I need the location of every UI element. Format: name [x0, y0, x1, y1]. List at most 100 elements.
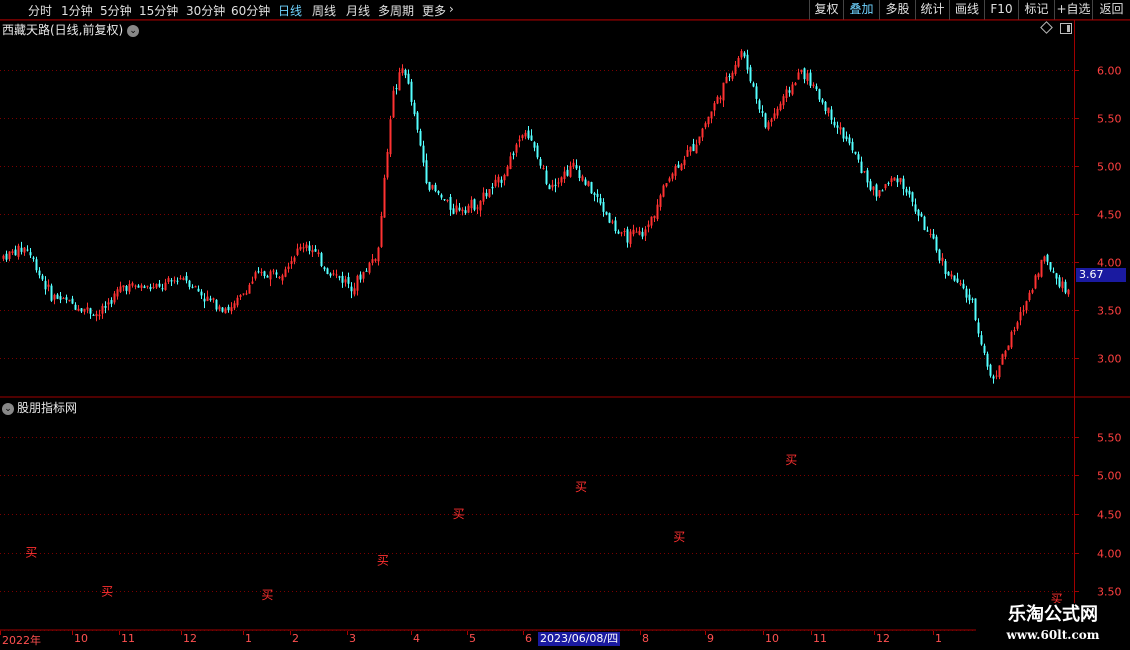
candle-body	[944, 261, 947, 274]
candle-body	[845, 136, 848, 140]
candle-body	[302, 247, 305, 249]
candle-body	[251, 281, 254, 284]
candle-body	[914, 204, 917, 212]
candle-body	[44, 280, 47, 290]
candle-body	[53, 294, 56, 300]
candle-body	[80, 308, 83, 312]
candle-body	[131, 283, 134, 286]
candle-body	[995, 375, 998, 377]
watermark-url: www.60lt.com	[1006, 628, 1100, 642]
candle-body	[809, 72, 812, 86]
candle-body	[509, 156, 512, 170]
candle-body	[350, 286, 353, 292]
candle-body	[5, 253, 8, 260]
candle-body	[650, 216, 653, 226]
month-tick	[811, 631, 812, 635]
candle-body	[101, 305, 104, 314]
candle-body	[11, 251, 14, 253]
candle-body	[401, 68, 404, 74]
candle-body	[377, 247, 380, 262]
buy-signal-label: 买	[261, 588, 273, 602]
buy-signal-label: 买	[25, 546, 37, 560]
candle-body	[41, 275, 44, 280]
candle-body	[77, 308, 80, 311]
candle-body	[920, 213, 923, 217]
candle-body	[857, 154, 860, 160]
candle-body	[818, 89, 821, 100]
candle-body	[1055, 273, 1058, 279]
main-tick-label: 3.00	[1097, 353, 1122, 366]
candle-body	[566, 169, 569, 176]
candle-body	[341, 275, 344, 283]
candle-body	[461, 209, 464, 212]
month-tick	[705, 631, 706, 635]
panel-toggle-icon[interactable]	[1060, 23, 1072, 34]
month-label: 8	[642, 632, 649, 645]
candle-body	[425, 160, 428, 184]
candle-body	[1013, 329, 1016, 332]
candle-body	[659, 195, 662, 207]
candle-body	[719, 97, 722, 100]
candle-body	[986, 353, 989, 367]
candle-body	[938, 249, 941, 261]
candle-body	[407, 73, 410, 84]
chevron-down-icon[interactable]: ⌄	[2, 403, 14, 415]
candle-body	[665, 183, 668, 187]
candle-body	[1067, 289, 1070, 295]
candle-body	[518, 139, 521, 142]
sub-tick-label: 4.50	[1097, 509, 1122, 522]
candle-body	[587, 181, 590, 186]
sub-tick-label: 4.00	[1097, 548, 1122, 561]
candle-body	[218, 306, 221, 310]
candle-body	[1037, 273, 1040, 278]
month-label: 9	[707, 632, 714, 645]
buy-signal-label: 买	[453, 507, 465, 521]
candle-body	[248, 284, 251, 294]
candle-body	[884, 184, 887, 189]
candle-body	[311, 250, 314, 253]
candle-body	[593, 193, 596, 196]
candle-body	[524, 132, 527, 137]
candle-body	[734, 64, 737, 74]
candle-body	[209, 298, 212, 301]
candle-body	[863, 171, 866, 173]
kline-chart[interactable]: 6.00 5.50 5.00 4.50 4.00 3.50 3.00 5.50 5.00 4.50…	[0, 0, 1130, 650]
candle-body	[893, 177, 896, 181]
candle-body	[941, 257, 944, 262]
candle-body	[272, 270, 275, 272]
candle-body	[947, 271, 950, 276]
candle-body	[1007, 345, 1010, 350]
candle-body	[431, 185, 434, 189]
candle-body	[635, 231, 638, 233]
main-tick-label: 5.00	[1097, 161, 1122, 174]
sub-tick-label: 3.50	[1097, 586, 1122, 599]
month-tick	[411, 631, 412, 635]
candle-body	[704, 123, 707, 128]
candle-body	[848, 137, 851, 144]
candle-body	[149, 286, 152, 290]
candle-body	[353, 288, 356, 295]
candle-body	[662, 185, 665, 197]
candle-body	[29, 252, 32, 256]
candle-body	[374, 259, 377, 261]
candle-body	[833, 121, 836, 126]
candle-body	[254, 272, 257, 279]
candle-body	[1001, 354, 1004, 365]
candle-body	[239, 294, 242, 297]
candle-body	[605, 211, 608, 215]
candle-body	[950, 274, 953, 277]
candle-body	[317, 252, 320, 255]
candle-body	[617, 231, 620, 234]
month-tick	[181, 631, 182, 635]
candle-body	[1028, 292, 1031, 301]
buy-signal-label: 买	[673, 530, 685, 544]
candle-body	[758, 100, 761, 110]
candle-body	[503, 174, 506, 181]
chevron-down-icon[interactable]: ⌄	[127, 25, 140, 37]
buy-signal-label: 买	[101, 584, 113, 598]
candle-body	[173, 280, 176, 282]
candle-body	[953, 275, 956, 281]
main-chart-title[interactable]: 西藏天路(日线,前复权) ⌄	[2, 21, 140, 38]
candle-body	[839, 127, 842, 130]
indicator-title[interactable]: ⌄ 股朋指标网	[2, 399, 77, 416]
